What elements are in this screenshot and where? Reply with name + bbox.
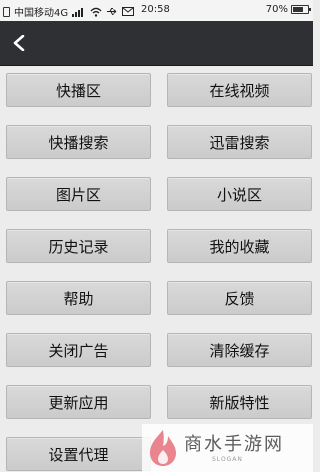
sim-icon xyxy=(3,6,10,17)
battery-fill xyxy=(293,7,303,12)
flame-logo-icon xyxy=(150,430,176,466)
proxy-settings-button[interactable]: 设置代理 xyxy=(6,437,151,471)
xunlei-search-button[interactable]: 迅雷搜索 xyxy=(167,125,312,159)
menu-grid: 快播区 在线视频 快播搜索 迅雷搜索 图片区 小说区 历史记录 我的收藏 帮助 … xyxy=(0,66,313,472)
history-button[interactable]: 历史记录 xyxy=(6,229,151,263)
help-button[interactable]: 帮助 xyxy=(6,281,151,315)
watermark-slogan: SLOGAN xyxy=(212,456,243,463)
status-bar: 中国移动4G 20:58 70% xyxy=(0,0,313,21)
watermark-brand: 商水手游网 xyxy=(184,434,284,455)
online-video-button[interactable]: 在线视频 xyxy=(167,73,312,107)
picture-zone-button[interactable]: 图片区 xyxy=(6,177,151,211)
close-ads-button[interactable]: 关闭广告 xyxy=(6,333,151,367)
battery-percent: 70% xyxy=(265,4,288,15)
new-features-button[interactable]: 新版特性 xyxy=(167,385,312,419)
status-right: 70% xyxy=(265,4,311,15)
kuaibo-zone-button[interactable]: 快播区 xyxy=(6,73,151,107)
top-nav-bar xyxy=(0,21,313,66)
feedback-button[interactable]: 反馈 xyxy=(167,281,312,315)
novel-zone-button[interactable]: 小说区 xyxy=(167,177,312,211)
carrier-label: 中国移动4G xyxy=(14,8,69,19)
back-button[interactable] xyxy=(6,29,36,57)
status-left: 中国移动4G xyxy=(3,4,135,19)
usb-icon xyxy=(106,7,118,16)
clear-cache-button[interactable]: 清除缓存 xyxy=(167,333,312,367)
wifi-icon xyxy=(90,7,102,17)
mail-icon xyxy=(122,7,135,16)
status-time: 20:58 xyxy=(141,4,170,15)
favorites-button[interactable]: 我的收藏 xyxy=(167,229,312,263)
kuaibo-search-button[interactable]: 快播搜索 xyxy=(6,125,151,159)
signal-icon xyxy=(72,7,86,17)
watermark: 商水手游网 SLOGAN xyxy=(142,424,313,472)
battery-icon xyxy=(291,5,311,14)
chevron-left-icon xyxy=(13,35,25,51)
update-app-button[interactable]: 更新应用 xyxy=(6,385,151,419)
